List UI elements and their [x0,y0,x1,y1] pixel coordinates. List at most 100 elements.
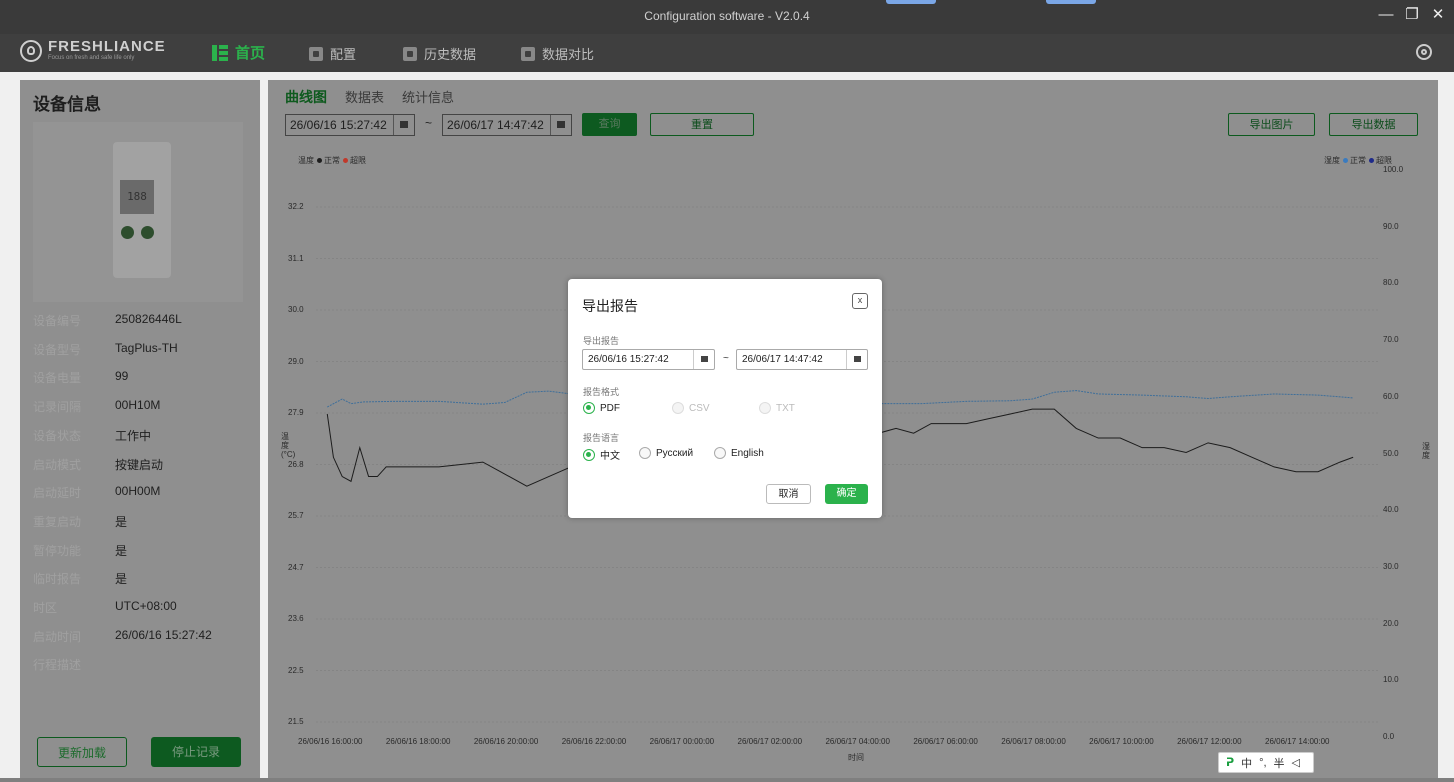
format-label-csv: CSV [689,402,710,414]
taskbar-tab-indicator [1046,0,1096,4]
panel-title: 设备信息 [33,95,101,114]
format-radio-csv[interactable]: CSV [672,402,710,414]
info-key: 临时报告 [33,572,82,587]
restore-icon[interactable]: ❐ [1404,6,1420,24]
info-row: 时区 UTC+08:00 [33,599,177,616]
language-radio-russian[interactable]: Русский [639,447,693,459]
info-value: 00H10M [115,398,161,413]
nav-config-label: 配置 [330,47,357,62]
top-nav: FRESHLIANCE Focus on fresh and safe life… [0,34,1454,72]
nav-config[interactable]: 配置 [309,44,356,63]
info-value: UTC+08:00 [115,599,177,613]
nav-compare-label: 数据对比 [542,47,595,62]
info-key: 设备电量 [33,371,82,386]
format-radio-txt[interactable]: TXT [759,402,795,414]
dialog-end-value: 26/06/17 14:47:42 [742,354,823,365]
dialog-start-value: 26/06/16 15:27:42 [588,354,669,365]
language-radio-english[interactable]: English [714,447,764,459]
language-label-english: English [731,447,764,459]
nav-history-label: 历史数据 [424,47,477,62]
info-value: 按键启动 [115,457,164,472]
logo: FRESHLIANCE Focus on fresh and safe life… [20,39,166,62]
info-key: 启动延时 [33,486,82,501]
info-key: 设备编号 [33,314,82,328]
ime-logo-icon[interactable]: ᕈ [1226,756,1234,769]
dialog-end-date-picker[interactable]: 26/06/17 14:47:42 [736,349,868,370]
radio-circle [759,402,771,414]
ime-width-toggle[interactable]: 半 [1274,755,1285,771]
info-row: 启动时间 26/06/16 15:27:42 [33,628,212,645]
language-label-russian: Русский [656,447,694,459]
range-label: 导出报告 [583,336,620,346]
stop-record-button[interactable]: 停止记录 [151,737,241,767]
info-row: 设备编号 250826446L [33,312,182,329]
brand-name: FRESHLIANCE [48,38,166,55]
info-key: 启动模式 [33,457,82,472]
compare-icon [521,46,535,61]
device-body: 188 [113,142,171,278]
info-row: 暂停功能 是 [33,542,127,559]
ime-language-toggle[interactable]: 中 [1241,755,1252,771]
format-radio-pdf[interactable]: PDF [583,402,620,414]
info-value: 工作中 [115,428,152,443]
nav-home-label: 首页 [235,45,266,62]
brand-tagline: Focus on fresh and safe life only [48,55,135,61]
home-icon [212,44,228,61]
device-info-panel: 设备信息 188 设备编号 250826446L 设备型号 TagPlus-TH 设备电… [20,80,260,778]
info-key: 记录间隔 [33,400,82,415]
taskbar-tab-indicator [886,0,936,4]
radio-circle [583,402,595,414]
info-key: 启动时间 [33,629,82,644]
info-key: 行程描述 [33,658,82,673]
radio-circle [714,447,726,459]
close-icon[interactable]: x [852,293,868,309]
device-screen: 188 [120,180,154,214]
dialog-start-date-picker[interactable]: 26/06/16 15:27:42 [582,349,715,370]
close-icon[interactable]: ✕ [1430,6,1446,24]
minimize-icon[interactable]: — [1378,6,1394,24]
info-value: 250826446L [115,312,182,326]
info-key: 设备状态 [33,428,82,443]
title-bar: Configuration software - V2.0.4 — ❐ ✕ [0,0,1454,34]
export-report-dialog: 导出报告 x 导出报告 26/06/16 15:27:42 ~ 26/06/17… [568,279,882,518]
calendar-icon[interactable] [846,350,867,369]
format-label: 报告格式 [583,387,620,397]
info-value: 是 [115,514,128,529]
info-value: 00H00M [115,484,161,499]
config-icon [309,46,323,61]
bottom-strip [0,778,1454,782]
info-row: 设备电量 99 [33,369,128,386]
info-value: 99 [115,369,129,384]
device-button-icon [121,226,134,239]
nav-history[interactable]: 历史数据 [403,44,476,63]
dialog-title: 导出报告 [582,298,638,314]
language-label: 报告语言 [583,433,620,443]
leaf-icon [20,39,42,62]
radio-circle [672,402,684,414]
info-key: 暂停功能 [33,543,82,558]
language-radio-chinese[interactable]: 中文 [583,447,620,462]
info-row: 行程描述 [33,656,115,673]
history-icon [403,46,417,61]
nav-compare[interactable]: 数据对比 [521,44,594,63]
info-row: 重复启动 是 [33,513,127,530]
confirm-button[interactable]: 确定 [825,484,868,504]
ime-punctuation-toggle[interactable]: °, [1259,757,1266,769]
window-title: Configuration software - V2.0.4 [644,9,810,23]
info-key: 设备型号 [33,342,82,357]
cancel-button[interactable]: 取消 [766,484,811,504]
info-row: 记录间隔 00H10M [33,398,160,415]
ime-tool-icon[interactable]: ◁ [1292,756,1300,769]
format-label-pdf: PDF [600,402,620,414]
ime-toolbar: ᕈ 中 °, 半 ◁ [1218,752,1314,773]
info-row: 设备型号 TagPlus-TH [33,341,178,358]
info-row: 设备状态 工作中 [33,427,151,444]
settings-icon[interactable] [1416,44,1432,60]
calendar-icon[interactable] [693,350,714,369]
radio-circle [583,448,595,461]
info-row: 启动延时 00H00M [33,484,160,501]
reload-button[interactable]: 更新加载 [37,737,127,767]
nav-home[interactable]: 首页 [212,42,265,63]
radio-circle [639,447,651,459]
info-value: 26/06/16 15:27:42 [115,627,212,642]
